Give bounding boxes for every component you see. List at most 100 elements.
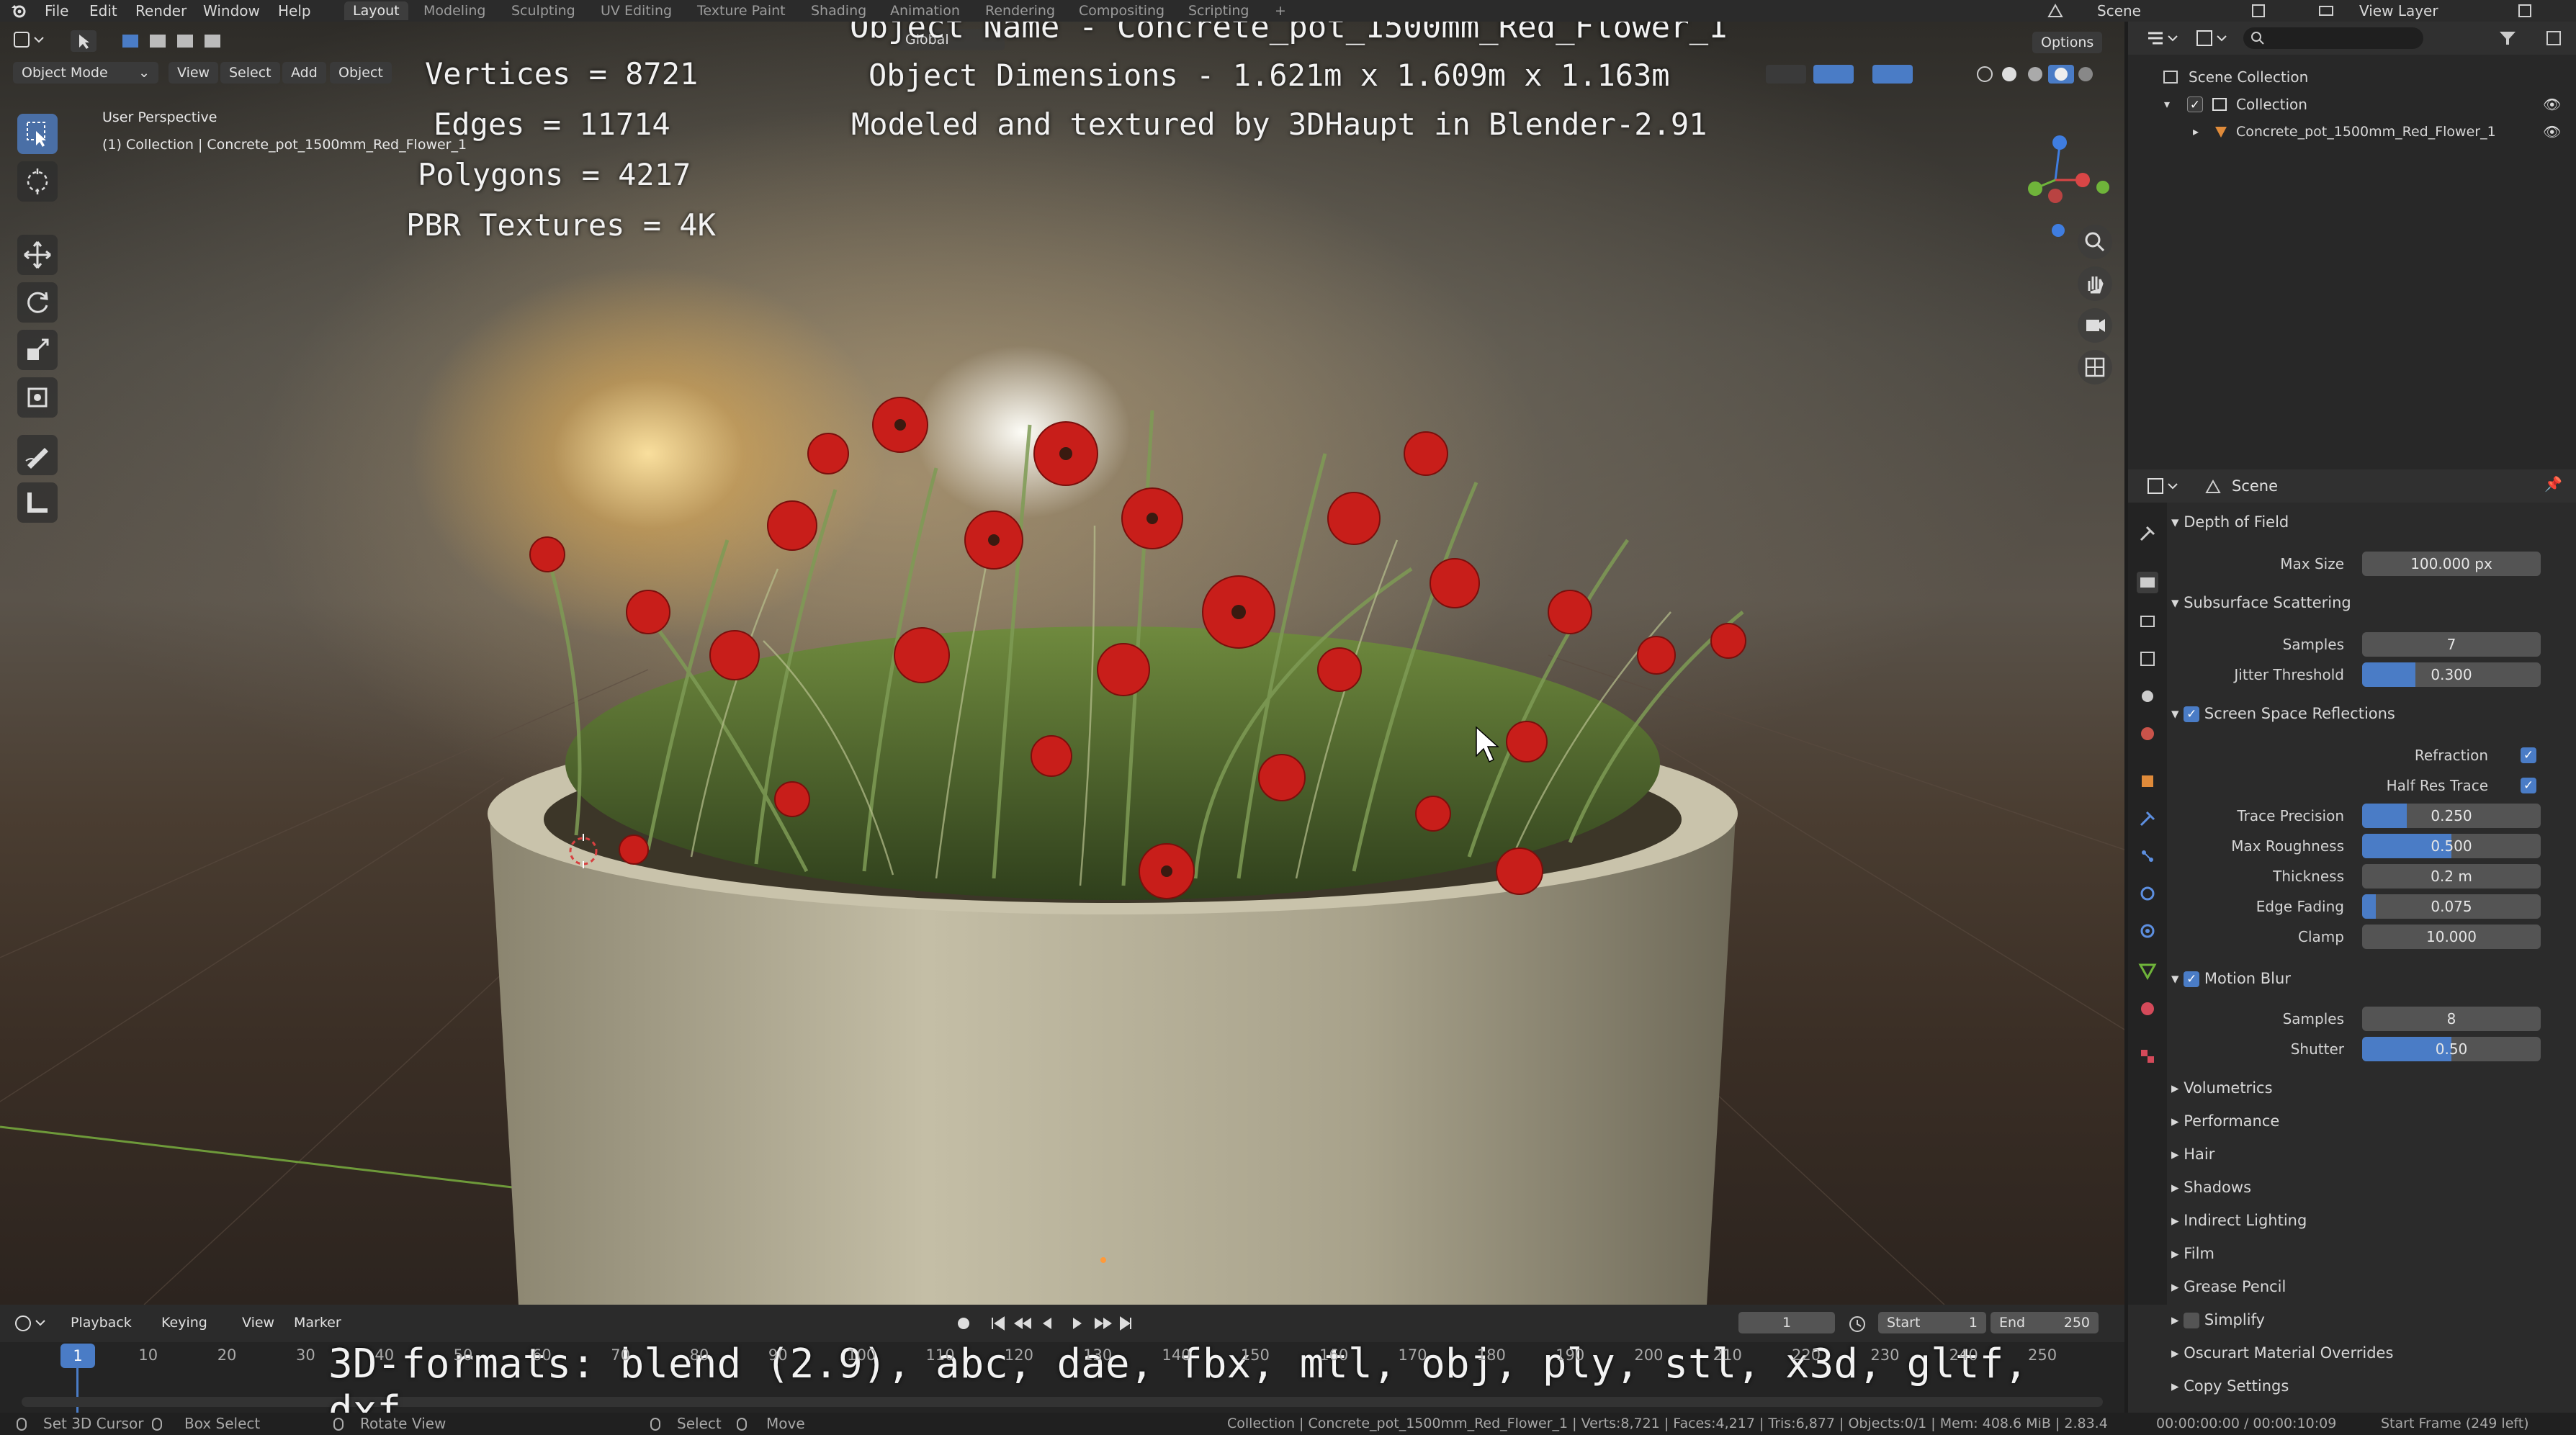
timeline-menu-view[interactable]: View bbox=[233, 1312, 283, 1333]
timeline-menu-playback[interactable]: Playback bbox=[62, 1312, 140, 1333]
viewport-menu-view[interactable]: View bbox=[169, 62, 219, 84]
view-layer-selector[interactable]: View Layer bbox=[2359, 1, 2438, 20]
transform-tool-icon[interactable] bbox=[17, 377, 58, 418]
clamp-field[interactable]: 10.000 bbox=[2362, 925, 2541, 949]
film-section[interactable]: ▸ Film bbox=[2171, 1241, 2214, 1266]
timeline-menu-marker[interactable]: Marker bbox=[285, 1312, 350, 1333]
scene-selector[interactable]: Scene bbox=[2097, 1, 2141, 20]
annotate-tool-icon[interactable] bbox=[17, 435, 58, 475]
scene-tab-icon[interactable] bbox=[2137, 685, 2158, 707]
options-dropdown[interactable]: Options bbox=[2032, 32, 2103, 53]
screen-space-reflections-section[interactable]: ▾ ✓ Screen Space Reflections bbox=[2171, 701, 2395, 726]
depth-of-field-section[interactable]: ▾ Depth of Field bbox=[2171, 510, 2289, 534]
menu-render[interactable]: Render bbox=[135, 1, 187, 20]
menu-edit[interactable]: Edit bbox=[89, 1, 117, 20]
menu-help[interactable]: Help bbox=[278, 1, 311, 20]
eye-icon[interactable]: 👁 bbox=[2543, 118, 2561, 145]
simplify-section[interactable]: ▸ Simplify bbox=[2171, 1308, 2265, 1332]
new-view-layer-icon[interactable] bbox=[2516, 2, 2534, 19]
add-workspace-button[interactable]: + bbox=[1266, 1, 1295, 20]
grid-ortho-icon[interactable] bbox=[2078, 350, 2112, 384]
display-mode-icon[interactable] bbox=[2194, 29, 2230, 48]
indirect-lighting-section[interactable]: ▸ Indirect Lighting bbox=[2171, 1208, 2307, 1233]
refraction-checkbox[interactable]: ✓ bbox=[2521, 747, 2536, 763]
scale-tool-icon[interactable] bbox=[17, 330, 58, 370]
move-tool-icon[interactable] bbox=[17, 235, 58, 275]
timeline-editor-icon[interactable] bbox=[13, 1313, 49, 1333]
shutter-slider[interactable]: 0.50 bbox=[2362, 1037, 2541, 1061]
motion-blur-checkbox[interactable]: ✓ bbox=[2184, 971, 2200, 987]
simplify-checkbox[interactable] bbox=[2184, 1313, 2200, 1328]
shading-mode-icons[interactable] bbox=[1764, 63, 2103, 85]
jitter-threshold-slider[interactable]: 0.300 bbox=[2362, 662, 2541, 687]
frame-indicator[interactable]: 1 bbox=[60, 1344, 95, 1368]
tab-uv-editing[interactable]: UV Editing bbox=[592, 1, 681, 20]
hair-section[interactable]: ▸ Hair bbox=[2171, 1142, 2214, 1166]
measure-tool-icon[interactable] bbox=[17, 482, 58, 523]
select-tool-icon[interactable] bbox=[71, 30, 97, 52]
properties-editor-icon[interactable] bbox=[2145, 477, 2181, 495]
pin-icon[interactable]: 📌 bbox=[2544, 475, 2562, 492]
world-tab-icon[interactable] bbox=[2137, 723, 2158, 745]
cursor-tool-icon[interactable] bbox=[17, 161, 58, 202]
zoom-icon[interactable] bbox=[2078, 225, 2112, 259]
outliner-row-collection[interactable]: ▾ ✓ Collection 👁 bbox=[2128, 91, 2576, 118]
tab-animation[interactable]: Animation bbox=[881, 1, 969, 20]
output-tab-icon[interactable] bbox=[2137, 611, 2158, 632]
tab-shading[interactable]: Shading bbox=[802, 1, 875, 20]
shadows-section[interactable]: ▸ Shadows bbox=[2171, 1175, 2251, 1200]
outliner-search-input[interactable] bbox=[2243, 27, 2423, 49]
eye-icon[interactable]: 👁 bbox=[2543, 91, 2561, 118]
thickness-field[interactable]: 0.2 m bbox=[2362, 864, 2541, 889]
view-layer-icon[interactable] bbox=[2317, 2, 2335, 19]
outliner-editor-icon[interactable] bbox=[2145, 29, 2181, 48]
select-box-tool-icon[interactable] bbox=[17, 114, 58, 154]
motion-blur-section[interactable]: ▾ ✓ Motion Blur bbox=[2171, 966, 2291, 991]
viewport-menu-add[interactable]: Add bbox=[282, 62, 326, 84]
viewport-menu-select[interactable]: Select bbox=[220, 62, 280, 84]
performance-section[interactable]: ▸ Performance bbox=[2171, 1109, 2279, 1133]
tab-scripting[interactable]: Scripting bbox=[1180, 1, 1258, 20]
data-tab-icon[interactable] bbox=[2137, 961, 2158, 982]
ssr-enable-checkbox[interactable]: ✓ bbox=[2184, 706, 2200, 722]
tab-rendering[interactable]: Rendering bbox=[977, 1, 1064, 20]
sss-samples-field[interactable]: 7 bbox=[2362, 632, 2541, 657]
camera-view-icon[interactable] bbox=[2078, 308, 2112, 343]
current-frame-field[interactable]: 1 bbox=[1738, 1312, 1835, 1333]
rotate-tool-icon[interactable] bbox=[17, 282, 58, 323]
3d-viewport[interactable]: Object Mode ⌄ View Select Add Object Glo… bbox=[0, 22, 2124, 1305]
mb-samples-field[interactable]: 8 bbox=[2362, 1007, 2541, 1031]
blender-logo-icon[interactable] bbox=[10, 2, 27, 19]
timeline-menu-keying[interactable]: Keying bbox=[153, 1312, 216, 1333]
half-res-trace-checkbox[interactable]: ✓ bbox=[2521, 778, 2536, 793]
max-size-field[interactable]: 100.000 px bbox=[2362, 552, 2541, 576]
start-frame-field[interactable]: Start 1 bbox=[1878, 1312, 1986, 1333]
max-roughness-slider[interactable]: 0.500 bbox=[2362, 834, 2541, 858]
tab-compositing[interactable]: Compositing bbox=[1070, 1, 1173, 20]
tab-layout[interactable]: Layout bbox=[344, 1, 408, 20]
menu-window[interactable]: Window bbox=[203, 1, 260, 20]
tool-tab-icon[interactable] bbox=[2137, 523, 2158, 544]
tab-modeling[interactable]: Modeling bbox=[415, 1, 494, 20]
scene-icon[interactable] bbox=[2047, 2, 2064, 19]
new-collection-icon[interactable] bbox=[2544, 29, 2566, 48]
subsurface-scattering-section[interactable]: ▾ Subsurface Scattering bbox=[2171, 590, 2351, 615]
pan-hand-icon[interactable] bbox=[2078, 266, 2112, 301]
volumetrics-section[interactable]: ▸ Volumetrics bbox=[2171, 1076, 2273, 1100]
viewport-menu-object[interactable]: Object bbox=[330, 62, 392, 84]
edge-fading-slider[interactable]: 0.075 bbox=[2362, 894, 2541, 919]
copy-settings-section[interactable]: ▸ Copy Settings bbox=[2171, 1374, 2289, 1398]
expand-arrow-icon[interactable]: ▾ bbox=[2164, 91, 2170, 118]
oscurart-section[interactable]: ▸ Oscurart Material Overrides bbox=[2171, 1341, 2393, 1365]
end-frame-field[interactable]: End 250 bbox=[1991, 1312, 2099, 1333]
expand-arrow-icon[interactable]: ▸ bbox=[2193, 118, 2199, 145]
new-scene-icon[interactable] bbox=[2250, 2, 2267, 19]
filter-icon[interactable] bbox=[2497, 29, 2533, 48]
editor-type-icon[interactable] bbox=[13, 30, 48, 49]
object-mode-dropdown[interactable]: Object Mode ⌄ bbox=[13, 62, 158, 84]
grease-pencil-section[interactable]: ▸ Grease Pencil bbox=[2171, 1274, 2286, 1299]
clock-icon[interactable] bbox=[1848, 1315, 1867, 1333]
tab-texture-paint[interactable]: Texture Paint bbox=[688, 1, 794, 20]
outliner-row-object[interactable]: ▸ Concrete_pot_1500mm_Red_Flower_1 👁 bbox=[2128, 118, 2576, 145]
menu-file[interactable]: File bbox=[45, 1, 68, 20]
